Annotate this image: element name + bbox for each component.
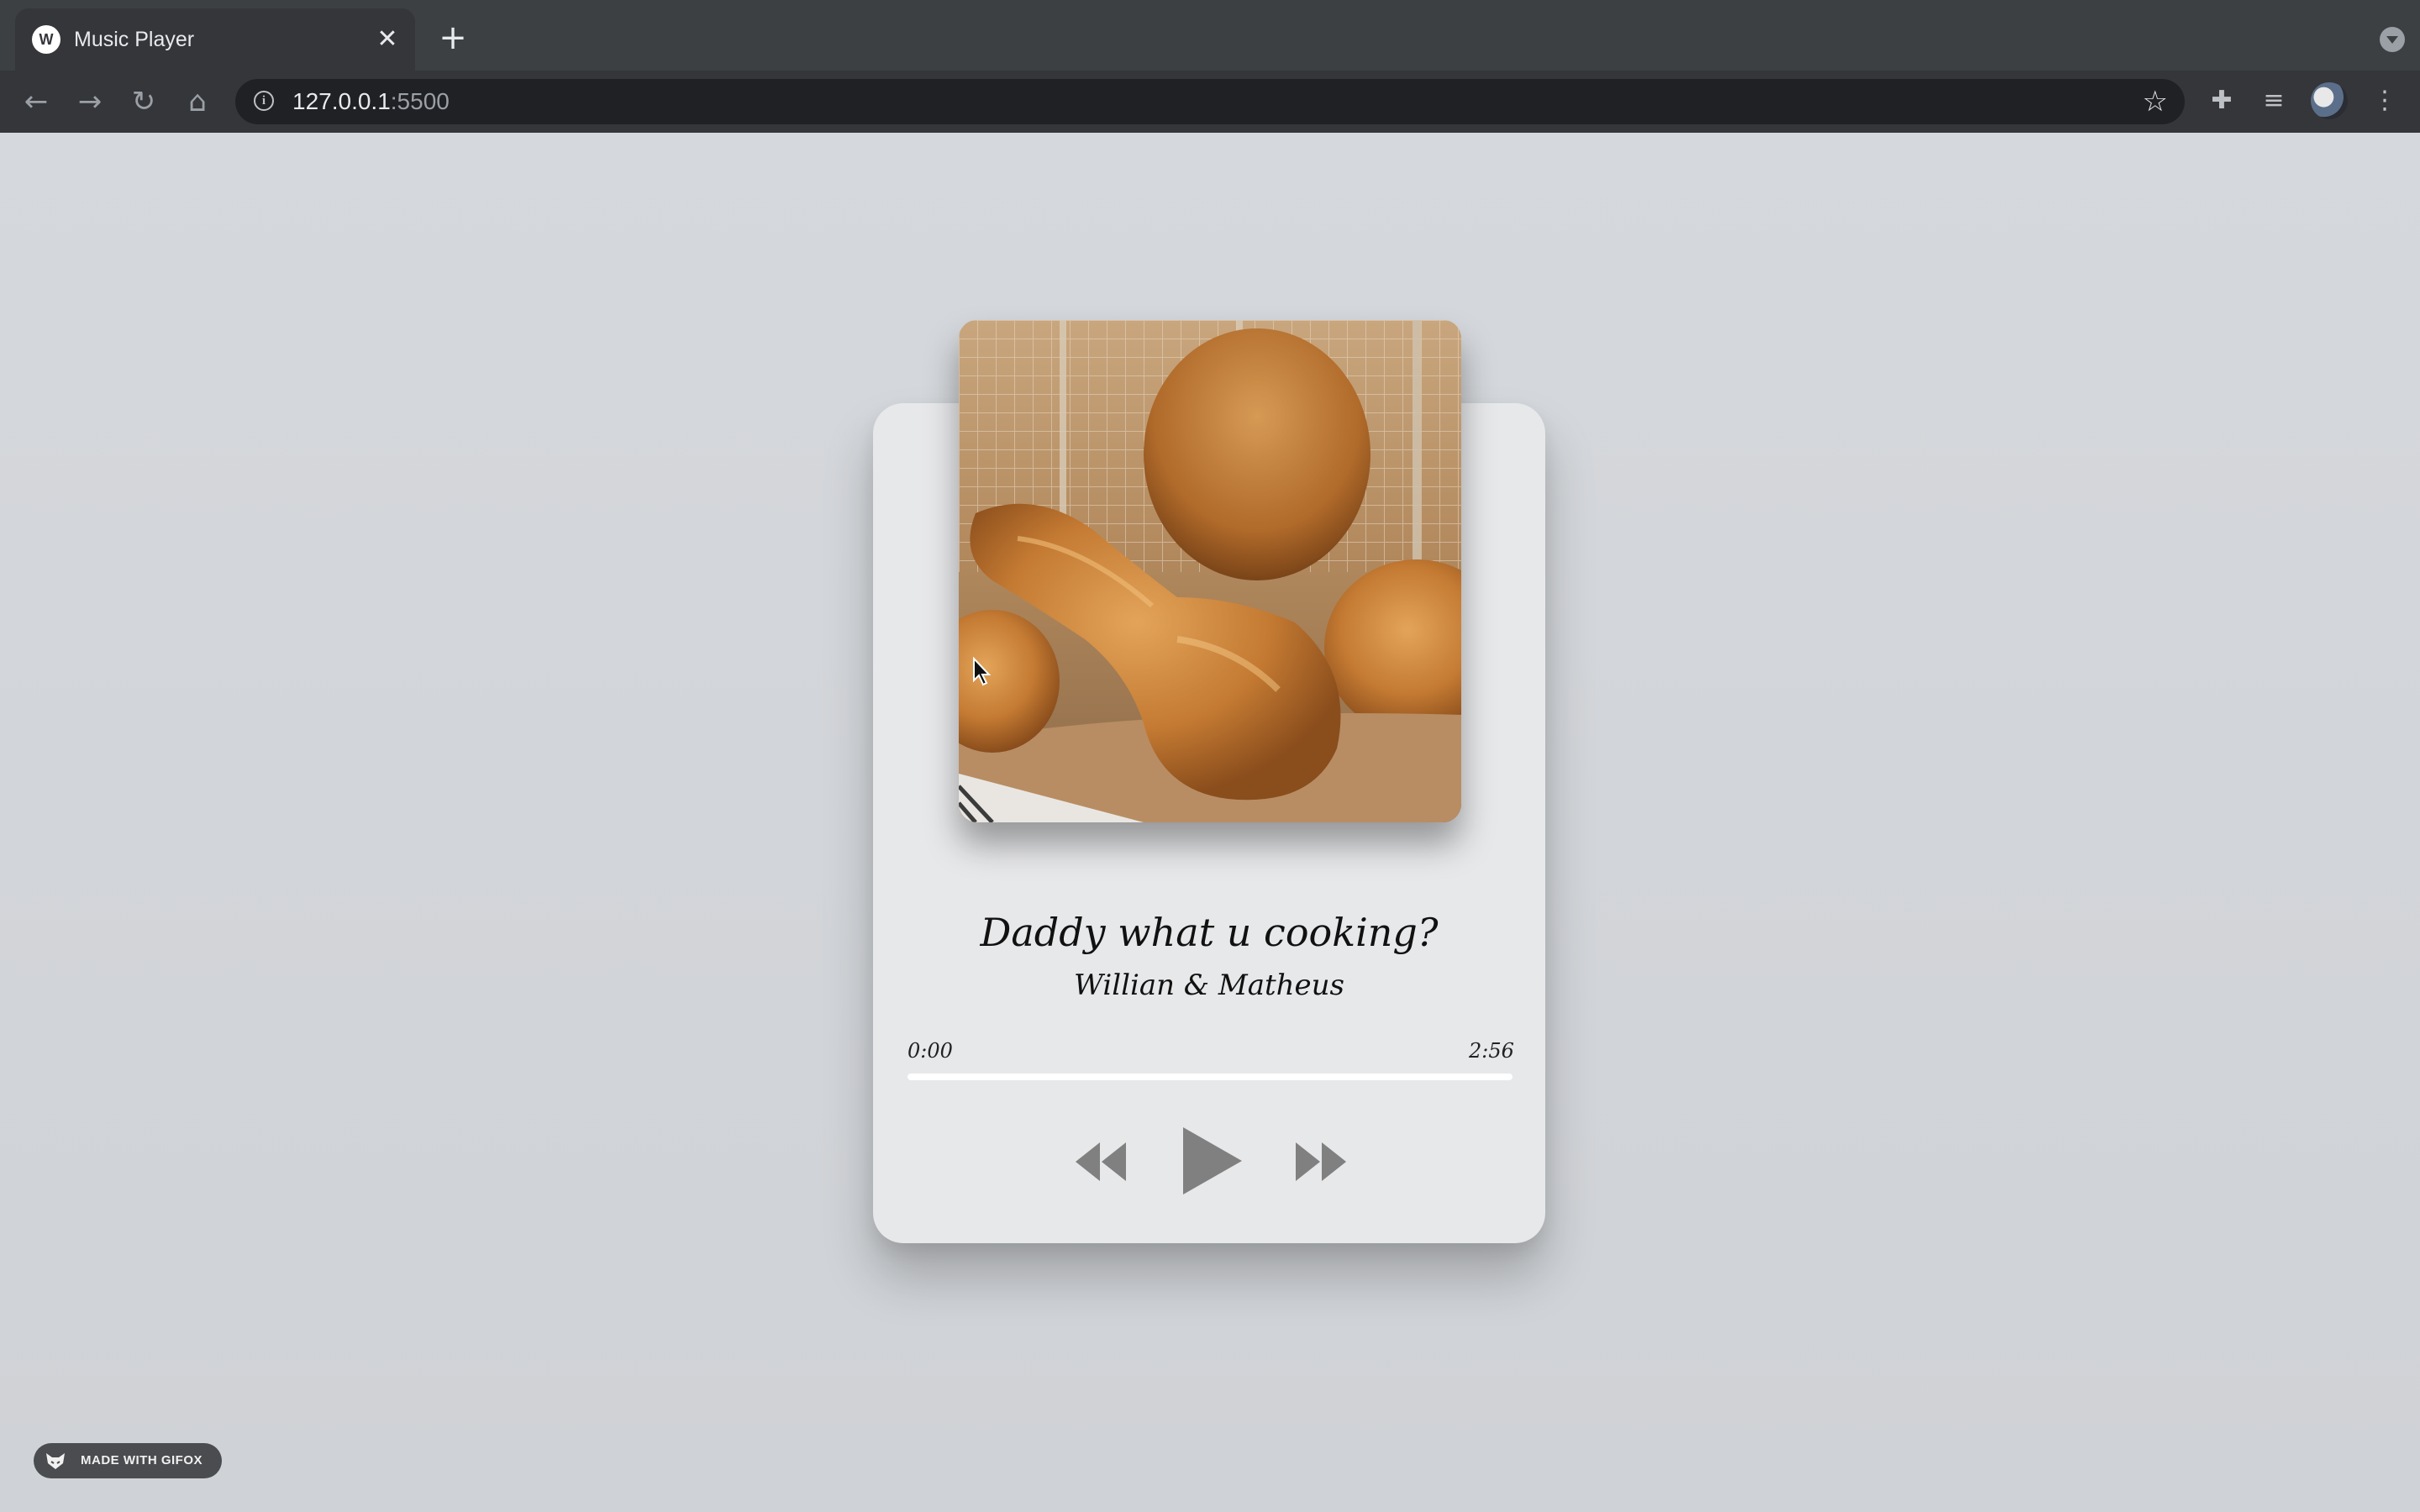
media-queue-icon[interactable]: ≡ <box>2257 84 2291 118</box>
song-artist: Willian & Matheus <box>1073 969 1344 1002</box>
tab-bar: W Music Player ✕ + <box>0 0 2420 71</box>
avatar[interactable] <box>2311 82 2348 119</box>
browser-toolbar: ← → ↻ ⌂ i 127.0.0.1:5500 ☆ ✚ ≡ ⋮ <box>0 71 2420 133</box>
plus-icon[interactable]: + <box>437 21 469 55</box>
address-bar[interactable]: i 127.0.0.1:5500 ☆ <box>235 79 2185 124</box>
play-icon[interactable] <box>1180 1124 1245 1198</box>
progress-bar[interactable] <box>908 1074 1512 1080</box>
menu-dots-icon[interactable]: ⋮ <box>2368 84 2402 118</box>
total-time: 2:56 <box>1469 1039 1514 1063</box>
tab-music-player[interactable]: W Music Player ✕ <box>15 8 415 71</box>
close-icon[interactable]: ✕ <box>373 25 402 54</box>
song-title: Daddy what u cooking? <box>980 910 1439 955</box>
fast-forward-icon[interactable] <box>1294 1139 1349 1184</box>
bookmark-star-icon[interactable]: ☆ <box>2143 86 2168 118</box>
extensions-icon[interactable]: ✚ <box>2205 84 2238 118</box>
gifox-badge[interactable]: MADE WITH GIFOX <box>34 1443 222 1478</box>
back-icon[interactable]: ← <box>17 82 55 121</box>
info-icon[interactable]: i <box>254 91 274 111</box>
home-icon[interactable]: ⌂ <box>178 82 217 121</box>
fried-chicken-photo <box>959 320 1461 822</box>
reload-icon[interactable]: ↻ <box>124 82 163 121</box>
favicon-icon: W <box>32 25 60 54</box>
fox-icon <box>46 1453 65 1469</box>
album-art <box>959 320 1461 822</box>
url-text[interactable]: 127.0.0.1:5500 <box>292 89 450 114</box>
tab-search-icon[interactable] <box>2380 27 2405 52</box>
gifox-label: MADE WITH GIFOX <box>81 1453 203 1467</box>
mouse-cursor-icon <box>973 657 992 686</box>
tab-title: Music Player <box>74 28 195 51</box>
current-time: 0:00 <box>908 1039 953 1063</box>
rewind-icon[interactable] <box>1072 1139 1128 1184</box>
forward-icon[interactable]: → <box>71 82 109 121</box>
